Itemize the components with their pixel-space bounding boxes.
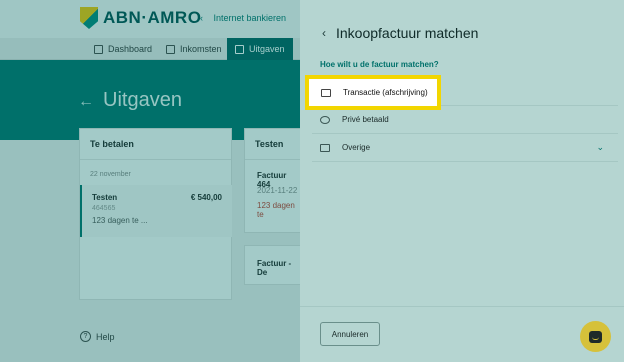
match-panel (300, 0, 624, 362)
panel-footer-divider (300, 306, 624, 307)
panel-title: Inkoopfactuur matchen (336, 25, 479, 41)
option-prive-label: Privé betaald (342, 115, 389, 124)
option-overige-label: Overige (342, 143, 371, 152)
card-icon (321, 88, 331, 97)
folder-icon (320, 143, 330, 152)
chat-button[interactable] (580, 321, 611, 352)
cancel-button[interactable]: Annuleren (320, 322, 380, 346)
option-transactie-label: Transactie (afschrijving) (343, 88, 428, 97)
chat-icon (589, 330, 602, 343)
option-overige[interactable]: Overige ⌄ (312, 134, 618, 162)
option-prive-betaald[interactable]: Privé betaald (312, 106, 618, 134)
highlighted-option-transactie[interactable]: Transactie (afschrijving) (305, 75, 441, 110)
match-question: Hoe wilt u de factuur matchen? (320, 60, 439, 69)
coins-icon (320, 115, 330, 124)
chevron-left-icon[interactable]: ‹ (322, 26, 326, 40)
chevron-down-icon[interactable]: ⌄ (596, 142, 604, 153)
